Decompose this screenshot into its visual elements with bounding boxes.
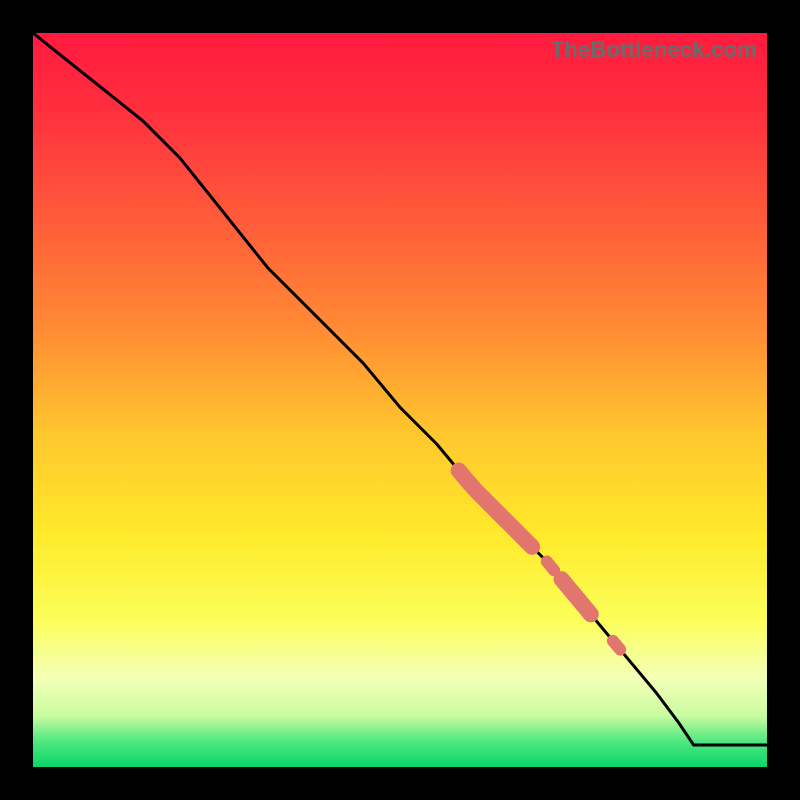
watermark-text: TheBottleneck.com	[551, 37, 757, 63]
data-line	[33, 33, 767, 745]
highlight-segment	[547, 562, 554, 571]
chart-svg	[33, 33, 767, 767]
chart-stage: TheBottleneck.com	[0, 0, 800, 800]
highlight-segment	[459, 471, 532, 547]
highlight-segment	[613, 641, 620, 650]
plot-area: TheBottleneck.com	[33, 33, 767, 767]
highlight-segment	[562, 579, 591, 614]
